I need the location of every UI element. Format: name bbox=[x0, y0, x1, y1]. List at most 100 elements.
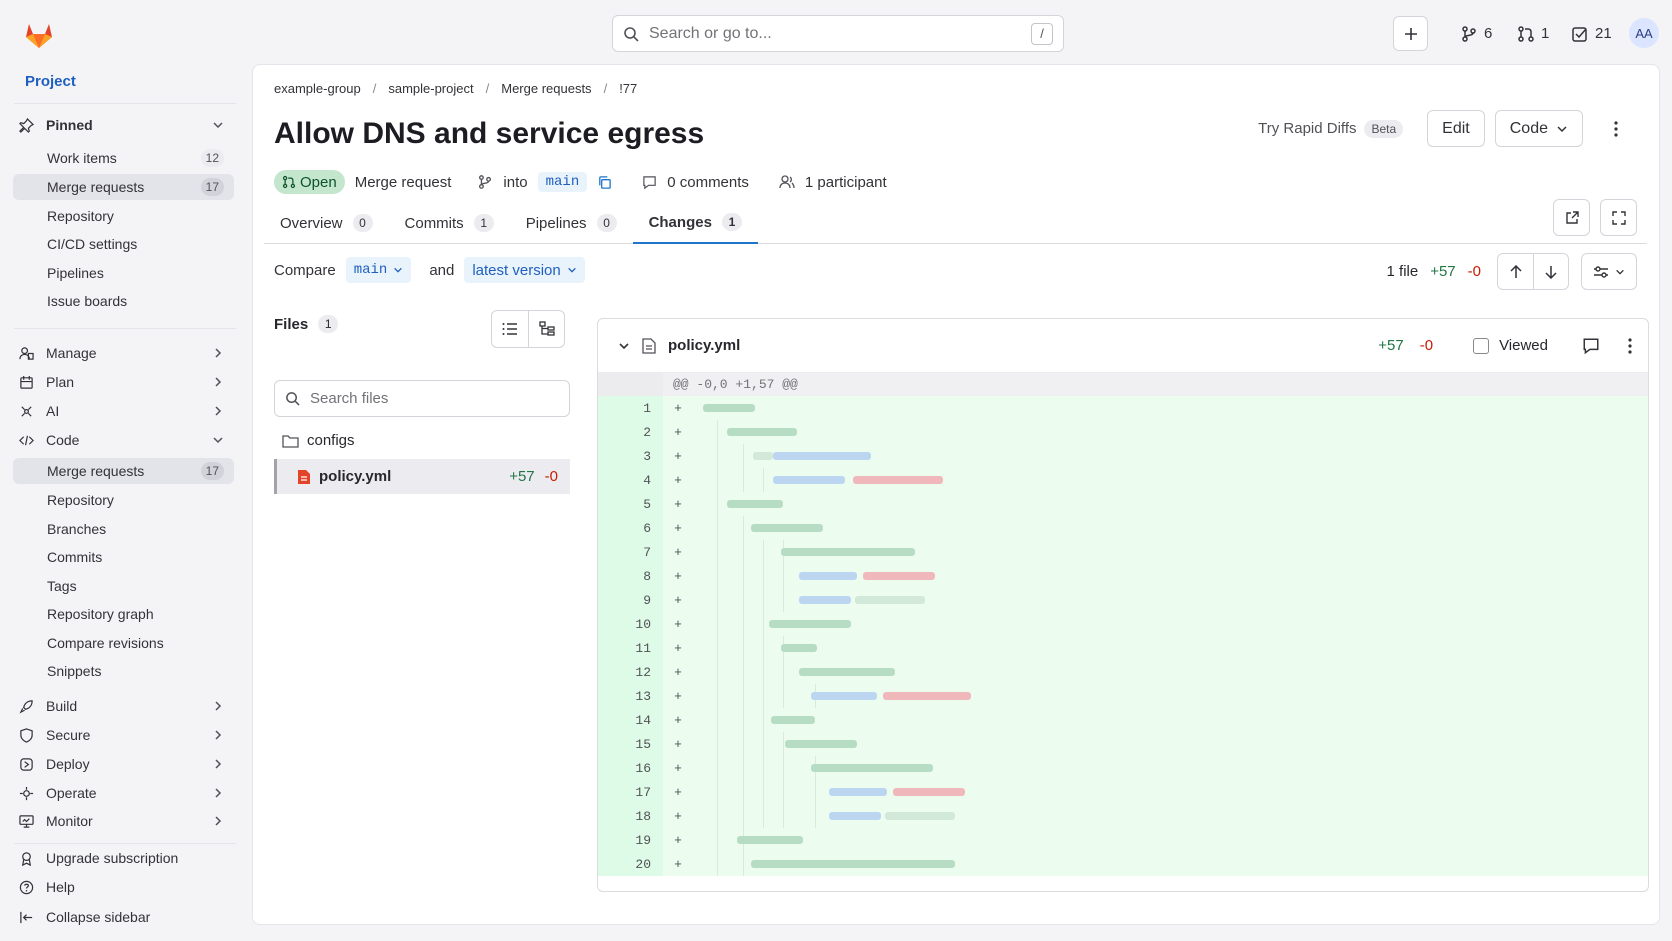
assigned-merge-requests-button[interactable]: 6 bbox=[1460, 16, 1492, 51]
line-number[interactable]: 20 bbox=[598, 852, 663, 876]
fullscreen-button[interactable] bbox=[1600, 199, 1637, 236]
sidebar-item-merge-requests-pinned[interactable]: Merge requests 17 bbox=[13, 174, 234, 200]
project-label[interactable]: Project bbox=[25, 73, 76, 90]
review-requests-button[interactable]: 1 bbox=[1517, 16, 1549, 51]
help-link[interactable]: Help bbox=[13, 874, 234, 900]
code-token bbox=[829, 812, 881, 820]
sidebar-item-monitor[interactable]: Monitor bbox=[13, 808, 234, 834]
sidebar-item-pipelines[interactable]: Pipelines bbox=[13, 260, 234, 286]
line-number[interactable]: 8 bbox=[598, 564, 663, 588]
sidebar-item-branches[interactable]: Branches bbox=[13, 516, 234, 542]
line-number[interactable]: 13 bbox=[598, 684, 663, 708]
sidebar-item-ai[interactable]: AI bbox=[13, 398, 234, 424]
file-search-input[interactable]: Search files bbox=[274, 380, 570, 417]
tab-overview[interactable]: Overview 0 bbox=[264, 202, 389, 244]
sidebar-item-secure[interactable]: Secure bbox=[13, 722, 234, 748]
user-avatar[interactable]: AA bbox=[1629, 18, 1659, 48]
line-number[interactable]: 3 bbox=[598, 444, 663, 468]
plus-icon bbox=[1403, 26, 1419, 42]
code-token bbox=[863, 572, 935, 580]
breadcrumb-project[interactable]: sample-project bbox=[388, 81, 473, 96]
line-number[interactable]: 12 bbox=[598, 660, 663, 684]
line-number[interactable]: 11 bbox=[598, 636, 663, 660]
sidebar-item-label: Tags bbox=[47, 578, 77, 594]
comment-icon[interactable] bbox=[1582, 337, 1600, 355]
code-token bbox=[811, 764, 933, 772]
help-label: Help bbox=[46, 879, 75, 895]
folder-configs[interactable]: configs bbox=[282, 432, 355, 449]
sidebar-item-plan[interactable]: Plan bbox=[13, 369, 234, 395]
tree-view-button[interactable] bbox=[528, 311, 564, 347]
viewed-checkbox[interactable] bbox=[1473, 337, 1490, 354]
diff-filename[interactable]: policy.yml bbox=[668, 337, 740, 354]
sidebar-item-repository-pinned[interactable]: Repository bbox=[13, 203, 234, 229]
sidebar-item-snippets[interactable]: Snippets bbox=[13, 658, 234, 684]
next-file-button[interactable] bbox=[1533, 254, 1568, 289]
sidebar-item-tags[interactable]: Tags bbox=[13, 573, 234, 599]
upgrade-subscription-link[interactable]: Upgrade subscription bbox=[13, 845, 234, 871]
sidebar-item-operate[interactable]: Operate bbox=[13, 780, 234, 806]
line-number[interactable]: 10 bbox=[598, 612, 663, 636]
breadcrumb-group[interactable]: example-group bbox=[274, 81, 361, 96]
sidebar-item-label: Work items bbox=[47, 150, 117, 166]
line-number[interactable]: 18 bbox=[598, 804, 663, 828]
sidebar-item-label: Merge requests bbox=[47, 179, 145, 195]
todos-button[interactable]: 21 bbox=[1571, 16, 1612, 51]
sidebar-item-issue-boards[interactable]: Issue boards bbox=[13, 288, 234, 314]
diff-settings-button[interactable] bbox=[1582, 254, 1636, 289]
sidebar-item-repository-graph[interactable]: Repository graph bbox=[13, 601, 234, 627]
kebab-icon[interactable] bbox=[1628, 337, 1632, 354]
tab-pipelines[interactable]: Pipelines 0 bbox=[510, 202, 633, 244]
more-actions-button[interactable] bbox=[1601, 110, 1631, 147]
added-marker: + bbox=[674, 784, 682, 800]
sidebar-item-compare-revisions[interactable]: Compare revisions bbox=[13, 630, 234, 656]
line-number[interactable]: 15 bbox=[598, 732, 663, 756]
target-branch[interactable]: main bbox=[537, 172, 588, 192]
file-removed: -0 bbox=[544, 468, 558, 485]
sidebar-item-cicd-settings[interactable]: CI/CD settings bbox=[13, 231, 234, 257]
sidebar-item-repository[interactable]: Repository bbox=[13, 487, 234, 513]
line-number[interactable]: 7 bbox=[598, 540, 663, 564]
sidebar-item-commits[interactable]: Commits bbox=[13, 544, 234, 570]
chevron-down-icon[interactable] bbox=[618, 340, 630, 352]
breadcrumb-merge-requests[interactable]: Merge requests bbox=[501, 81, 591, 96]
sidebar-item-manage[interactable]: Manage bbox=[13, 340, 234, 366]
sidebar-pinned-toggle[interactable]: Pinned bbox=[13, 112, 234, 138]
file-tree-item[interactable]: policy.yml +57 -0 bbox=[274, 459, 570, 494]
line-number[interactable]: 1 bbox=[598, 396, 663, 420]
list-view-button[interactable] bbox=[492, 311, 528, 347]
copy-icon[interactable] bbox=[597, 175, 612, 190]
edit-button[interactable]: Edit bbox=[1427, 110, 1485, 147]
head-version-dropdown[interactable]: latest version bbox=[464, 257, 585, 283]
line-number[interactable]: 9 bbox=[598, 588, 663, 612]
tab-changes[interactable]: Changes 1 bbox=[632, 202, 758, 244]
try-rapid-diffs-link[interactable]: Try Rapid Diffs Beta bbox=[1258, 119, 1404, 138]
create-new-button[interactable] bbox=[1393, 16, 1428, 51]
line-number[interactable]: 14 bbox=[598, 708, 663, 732]
sidebar-item-work-items[interactable]: Work items 12 bbox=[13, 145, 234, 171]
sidebar-item-deploy[interactable]: Deploy bbox=[13, 751, 234, 777]
sidebar-item-label: Repository bbox=[47, 208, 114, 224]
open-external-button[interactable] bbox=[1553, 199, 1590, 236]
collapse-sidebar-button[interactable]: Collapse sidebar bbox=[13, 904, 234, 930]
code-dropdown-button[interactable]: Code bbox=[1494, 110, 1583, 147]
line-number[interactable]: 5 bbox=[598, 492, 663, 516]
line-number[interactable]: 16 bbox=[598, 756, 663, 780]
gitlab-logo[interactable] bbox=[22, 18, 56, 52]
previous-file-button[interactable] bbox=[1498, 254, 1533, 289]
line-number[interactable]: 4 bbox=[598, 468, 663, 492]
breadcrumb-mr-id[interactable]: !77 bbox=[619, 81, 637, 96]
line-number[interactable]: 6 bbox=[598, 516, 663, 540]
tab-commits[interactable]: Commits 1 bbox=[389, 202, 510, 244]
sidebar-item-build[interactable]: Build bbox=[13, 693, 234, 719]
base-version-dropdown[interactable]: main bbox=[345, 257, 412, 283]
line-number[interactable]: 2 bbox=[598, 420, 663, 444]
sidebar-item-code[interactable]: Code bbox=[13, 427, 234, 453]
global-search[interactable]: Search or go to... / bbox=[612, 15, 1064, 52]
added-marker: + bbox=[674, 520, 682, 536]
diff-settings-dropdown[interactable] bbox=[1581, 253, 1637, 290]
sidebar-item-merge-requests[interactable]: Merge requests 17 bbox=[13, 458, 234, 484]
code-label: Code bbox=[1509, 119, 1548, 137]
line-number[interactable]: 19 bbox=[598, 828, 663, 852]
line-number[interactable]: 17 bbox=[598, 780, 663, 804]
